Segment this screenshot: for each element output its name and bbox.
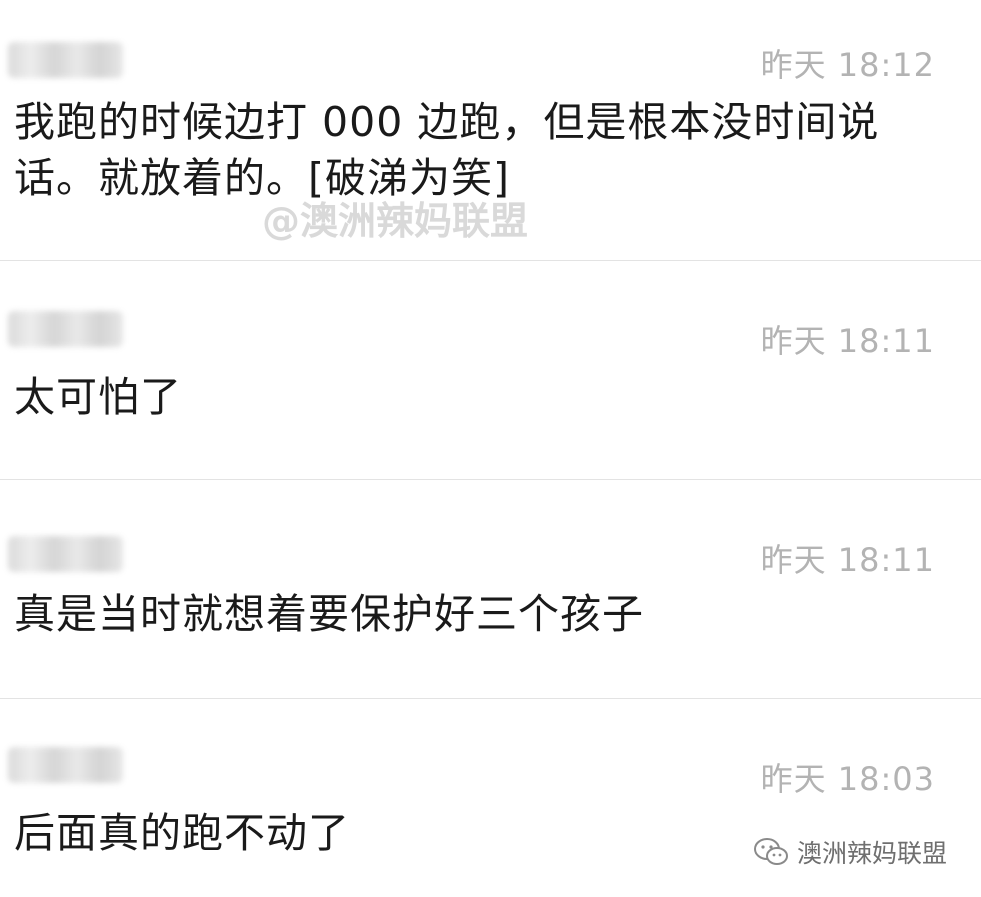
message-time: 昨天 18:11: [760, 322, 935, 360]
list-item: 昨天 18:11 太可怕了: [0, 261, 981, 479]
comment-list: 昨天 18:12 我跑的时候边打 000 边跑，但是根本没时间说话。就放着的。[…: [0, 0, 981, 897]
list-item: 昨天 18:11 真是当时就想着要保护好三个孩子: [0, 480, 981, 698]
message-time: 昨天 18:11: [760, 541, 935, 579]
message-time: 昨天 18:12: [760, 46, 935, 84]
wechat-icon: [753, 838, 788, 865]
list-item: 昨天 18:12 我跑的时候边打 000 边跑，但是根本没时间说话。就放着的。[…: [0, 0, 981, 260]
message-text: 我跑的时候边打 000 边跑，但是根本没时间说话。就放着的。[破涕为笑]: [14, 98, 880, 202]
blurred-username: [8, 311, 123, 347]
watermark-badge: 澳洲辣妈联盟: [753, 834, 947, 870]
blurred-username: [8, 42, 123, 78]
blurred-username: [8, 747, 123, 783]
message-text: 太可怕了: [14, 373, 182, 421]
message-text: 真是当时就想着要保护好三个孩子: [14, 590, 644, 638]
watermark-corner-label: 澳洲辣妈联盟: [796, 839, 947, 868]
message-time: 昨天 18:03: [760, 760, 935, 798]
blurred-username: [8, 536, 123, 572]
